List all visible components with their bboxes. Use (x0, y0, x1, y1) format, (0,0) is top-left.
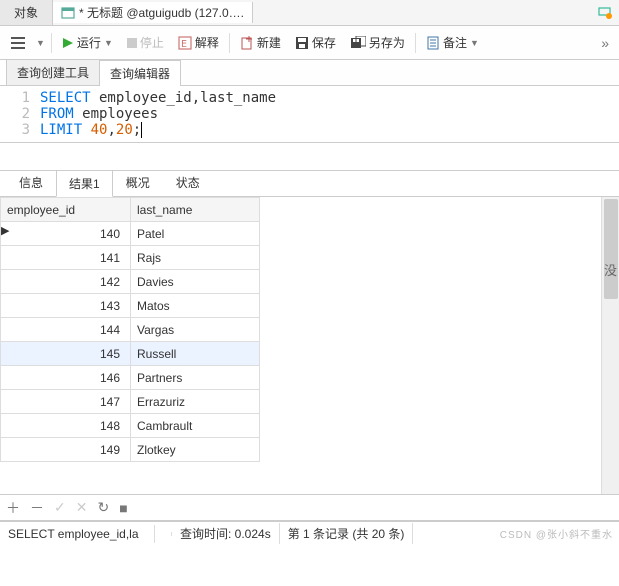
vertical-scrollbar[interactable] (601, 197, 619, 494)
table-row[interactable]: 145Russell (1, 342, 260, 366)
result-grid[interactable]: employee_id last_name 140Patel 141Rajs 1… (0, 197, 601, 494)
cell: 142 (1, 270, 131, 294)
status-bar: SELECT employee_id,la 查询时间: 0.024s 第 1 条… (0, 521, 619, 545)
save-as-label: 另存为 (369, 34, 405, 51)
tab-query-editor[interactable]: 查询编辑器 (99, 60, 181, 86)
stop-load-button[interactable]: ■ (119, 500, 127, 516)
status-sql: SELECT employee_id,la (0, 525, 155, 543)
separator (229, 33, 230, 53)
status-time: 查询时间: 0.024s (172, 523, 280, 544)
table-row[interactable]: 146Partners (1, 366, 260, 390)
separator (415, 33, 416, 53)
grid-toolbar: ＋ － ✓ ✕ ↻ ■ (0, 495, 619, 521)
chevron-down-icon: ▼ (470, 38, 479, 48)
cell: 146 (1, 366, 131, 390)
table-row[interactable]: 142Davies (1, 270, 260, 294)
query-icon (61, 6, 75, 20)
save-as-button[interactable]: 另存为 (346, 32, 409, 53)
editor-tabs: 查询创建工具 查询编辑器 (0, 60, 619, 86)
cell: Rajs (131, 246, 260, 270)
table-row[interactable]: 143Matos (1, 294, 260, 318)
cell: Cambrault (131, 414, 260, 438)
cell: 141 (1, 246, 131, 270)
table-row[interactable]: 149Zlotkey (1, 438, 260, 462)
cell: 149 (1, 438, 131, 462)
tab-query-label: * 无标题 @atguigudb (127.0…. (79, 4, 244, 21)
status-record: 第 1 条记录 (共 20 条) (280, 523, 414, 544)
side-clipped-text: 没 (604, 260, 617, 279)
menu-icon[interactable] (6, 34, 30, 52)
row-indicator-icon: ▶ (1, 224, 9, 237)
status-empty (155, 532, 172, 536)
tab-object[interactable]: 对象 (0, 0, 53, 25)
note-label: 备注 (443, 34, 467, 51)
toolbar: ▼ 运行 ▼ 停止 E 解释 新建 保存 另存为 备注 ▼ » (0, 26, 619, 60)
cell: Partners (131, 366, 260, 390)
cell: Davies (131, 270, 260, 294)
cell: Errazuriz (131, 390, 260, 414)
cell: Patel (131, 222, 260, 246)
sql-editor[interactable]: 1SELECT employee_id,last_name 2FROM empl… (0, 86, 619, 143)
top-right-icons (591, 5, 619, 21)
tab-status[interactable]: 状态 (163, 169, 213, 196)
scrollbar-thumb[interactable] (604, 199, 618, 299)
save-button[interactable]: 保存 (291, 32, 340, 53)
result-grid-container: ▶ employee_id last_name 140Patel 141Rajs… (0, 197, 619, 495)
table-row[interactable]: 147Errazuriz (1, 390, 260, 414)
watermark: CSDN @张小斜不重水 (500, 526, 619, 541)
add-row-button[interactable]: ＋ (6, 498, 20, 518)
save-label: 保存 (312, 34, 336, 51)
separator (51, 33, 52, 53)
explain-button[interactable]: E 解释 (174, 32, 223, 53)
cell: Russell (131, 342, 260, 366)
more-icon[interactable]: » (597, 35, 613, 51)
cell: 144 (1, 318, 131, 342)
new-label: 新建 (257, 34, 281, 51)
delete-row-button[interactable]: － (30, 498, 44, 518)
tab-result1[interactable]: 结果1 (56, 170, 113, 197)
table-row[interactable]: 148Cambrault (1, 414, 260, 438)
tab-info[interactable]: 信息 (6, 169, 56, 196)
cell: Zlotkey (131, 438, 260, 462)
cell: Vargas (131, 318, 260, 342)
result-tabs: 信息 结果1 概况 状态 (0, 171, 619, 197)
document-tabs: 对象 * 无标题 @atguigudb (127.0…. (0, 0, 619, 26)
menu-dropdown-icon[interactable]: ▼ (36, 38, 45, 48)
cell: 145 (1, 342, 131, 366)
refresh-button[interactable]: ↻ (97, 499, 109, 516)
text-cursor (141, 122, 142, 138)
explain-label: 解释 (195, 34, 219, 51)
tab-query-builder[interactable]: 查询创建工具 (6, 59, 100, 85)
col-header-employee-id[interactable]: employee_id (1, 198, 131, 222)
tab-profile[interactable]: 概况 (113, 169, 163, 196)
table-row[interactable]: 141Rajs (1, 246, 260, 270)
cell: 147 (1, 390, 131, 414)
line-number: 3 (0, 122, 40, 138)
chevron-down-icon: ▼ (104, 38, 113, 48)
cell: 143 (1, 294, 131, 318)
panel-icon[interactable] (597, 5, 613, 21)
cell: 148 (1, 414, 131, 438)
cell: 140 (1, 222, 131, 246)
new-button[interactable]: 新建 (236, 32, 285, 53)
col-header-last-name[interactable]: last_name (131, 198, 260, 222)
editor-spacer (0, 143, 619, 171)
cell: Matos (131, 294, 260, 318)
line-number: 1 (0, 90, 40, 106)
run-label: 运行 (77, 34, 101, 51)
apply-button[interactable]: ✓ (54, 499, 66, 516)
stop-label: 停止 (140, 34, 164, 51)
stop-button[interactable]: 停止 (123, 32, 168, 53)
tab-query[interactable]: * 无标题 @atguigudb (127.0…. (53, 2, 253, 23)
table-row[interactable]: 144Vargas (1, 318, 260, 342)
table-row[interactable]: 140Patel (1, 222, 260, 246)
note-button[interactable]: 备注 ▼ (422, 32, 483, 53)
run-button[interactable]: 运行 ▼ (58, 32, 117, 53)
line-number: 2 (0, 106, 40, 122)
svg-text:E: E (181, 39, 187, 50)
cancel-button[interactable]: ✕ (76, 499, 88, 516)
